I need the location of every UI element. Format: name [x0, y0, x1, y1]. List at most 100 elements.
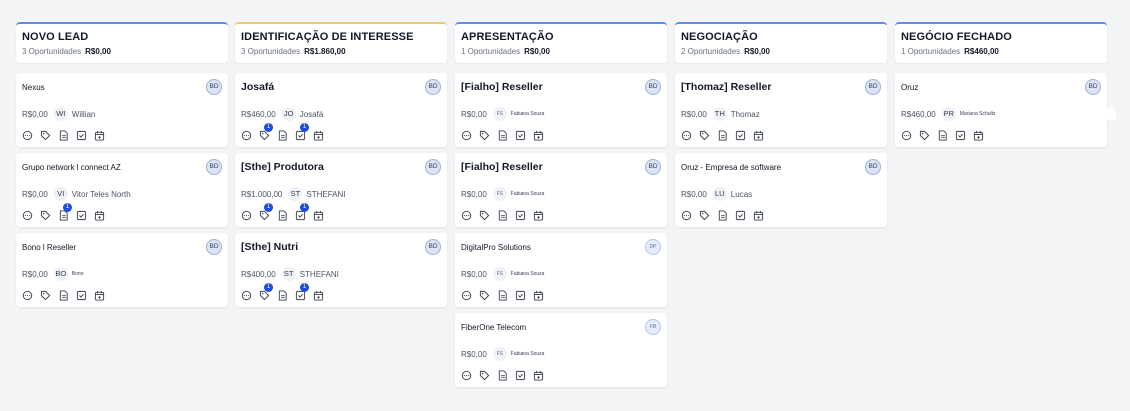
calendar-icon[interactable]: [533, 288, 545, 301]
tag-icon[interactable]: [919, 128, 931, 141]
calendar-icon[interactable]: [94, 208, 106, 221]
checkbox-icon[interactable]: 1: [295, 203, 309, 221]
checkbox-icon[interactable]: [515, 368, 527, 381]
opportunity-card[interactable]: DigitalPro Solutions DP R$0,00 FS Fabiana So…: [455, 233, 667, 307]
card-title[interactable]: [Sthe] Produtora: [241, 161, 324, 173]
calendar-icon[interactable]: [313, 128, 325, 141]
checkbox-icon[interactable]: [955, 128, 967, 141]
checkbox-icon[interactable]: [515, 128, 527, 141]
calendar-icon[interactable]: [94, 128, 106, 141]
card-title[interactable]: [Thomaz] Reseller: [681, 81, 771, 93]
tag-icon[interactable]: [699, 128, 711, 141]
chat-icon[interactable]: [461, 368, 473, 381]
card-title[interactable]: [Sthe] Nutri: [241, 241, 298, 253]
calendar-icon[interactable]: [313, 208, 325, 221]
opportunity-card[interactable]: [Fialho] Reseller BD R$0,00 FS Fabiana Souza: [455, 73, 667, 147]
card-title[interactable]: FiberOne Telecom: [461, 323, 526, 332]
document-icon[interactable]: [497, 368, 509, 381]
scroll-handle[interactable]: [1106, 107, 1116, 121]
document-icon[interactable]: [58, 128, 70, 141]
opportunity-card[interactable]: Grupo network l connect AZ BD R$0,00 VI Vito…: [16, 153, 228, 227]
tag-icon[interactable]: [479, 128, 491, 141]
opportunity-card[interactable]: Bono l Reseller BD R$0,00 BO Bono: [16, 233, 228, 307]
calendar-icon[interactable]: [313, 288, 325, 301]
owner-avatar[interactable]: BD: [206, 79, 222, 95]
owner-avatar[interactable]: BD: [206, 239, 222, 255]
owner-avatar[interactable]: BD: [1085, 79, 1101, 95]
owner-avatar[interactable]: BD: [865, 79, 881, 95]
document-icon[interactable]: [277, 288, 289, 301]
card-title[interactable]: [Fialho] Reseller: [461, 81, 543, 93]
checkbox-icon[interactable]: [735, 128, 747, 141]
opportunity-card[interactable]: [Fialho] Reseller BD R$0,00 FS Fabiana Souza: [455, 153, 667, 227]
chat-icon[interactable]: [22, 288, 34, 301]
card-title[interactable]: Oruz - Empresa de software: [681, 163, 781, 172]
checkbox-icon[interactable]: [515, 288, 527, 301]
chat-icon[interactable]: [901, 128, 913, 141]
owner-avatar[interactable]: FB: [645, 319, 661, 335]
owner-avatar[interactable]: BD: [425, 159, 441, 175]
document-icon[interactable]: [717, 128, 729, 141]
opportunity-card[interactable]: Nexus BD R$0,00 WI Willian: [16, 73, 228, 147]
tag-icon[interactable]: 1: [259, 123, 273, 141]
checkbox-icon[interactable]: [76, 288, 88, 301]
checkbox-icon[interactable]: [735, 208, 747, 221]
checkbox-icon[interactable]: 1: [295, 123, 309, 141]
document-icon[interactable]: [497, 208, 509, 221]
tag-icon[interactable]: [479, 288, 491, 301]
opportunity-card[interactable]: FiberOne Telecom FB R$0,00 FS Fabiana Souza: [455, 313, 667, 387]
tag-icon[interactable]: [699, 208, 711, 221]
chat-icon[interactable]: [241, 288, 253, 301]
opportunity-card[interactable]: Josafá BD R$460,00 JO Josafá 1 1: [235, 73, 447, 147]
tag-icon[interactable]: 1: [259, 283, 273, 301]
tag-icon[interactable]: 1: [259, 203, 273, 221]
card-title[interactable]: Bono l Reseller: [22, 243, 76, 252]
owner-avatar[interactable]: DP: [645, 239, 661, 255]
calendar-icon[interactable]: [533, 368, 545, 381]
calendar-icon[interactable]: [753, 208, 765, 221]
card-title[interactable]: DigitalPro Solutions: [461, 243, 531, 252]
document-icon[interactable]: [277, 208, 289, 221]
checkbox-icon[interactable]: 1: [295, 283, 309, 301]
card-title[interactable]: Nexus: [22, 83, 45, 92]
checkbox-icon[interactable]: [515, 208, 527, 221]
calendar-icon[interactable]: [753, 128, 765, 141]
opportunity-card[interactable]: [Sthe] Nutri BD R$400,00 ST STHEFANI 1 1: [235, 233, 447, 307]
chat-icon[interactable]: [22, 208, 34, 221]
tag-icon[interactable]: [40, 128, 52, 141]
chat-icon[interactable]: [241, 128, 253, 141]
chat-icon[interactable]: [461, 128, 473, 141]
owner-avatar[interactable]: BD: [645, 159, 661, 175]
tag-icon[interactable]: [40, 288, 52, 301]
tag-icon[interactable]: [40, 208, 52, 221]
document-icon[interactable]: [497, 128, 509, 141]
document-icon[interactable]: [937, 128, 949, 141]
card-title[interactable]: Grupo network l connect AZ: [22, 163, 121, 172]
checkbox-icon[interactable]: [76, 208, 88, 221]
opportunity-card[interactable]: Oruz - Empresa de software BD R$0,00 LU Luca…: [675, 153, 887, 227]
card-title[interactable]: Josafá: [241, 81, 274, 93]
chat-icon[interactable]: [22, 128, 34, 141]
opportunity-card[interactable]: [Sthe] Produtora BD R$1.000,00 ST STHEFANI 1 1: [235, 153, 447, 227]
tag-icon[interactable]: [479, 368, 491, 381]
owner-avatar[interactable]: BD: [425, 239, 441, 255]
card-title[interactable]: Oruz: [901, 83, 918, 92]
calendar-icon[interactable]: [533, 208, 545, 221]
owner-avatar[interactable]: BD: [206, 159, 222, 175]
calendar-icon[interactable]: [94, 288, 106, 301]
chat-icon[interactable]: [461, 288, 473, 301]
document-icon[interactable]: [277, 128, 289, 141]
opportunity-card[interactable]: [Thomaz] Reseller BD R$0,00 TH Thomaz: [675, 73, 887, 147]
checkbox-icon[interactable]: [76, 128, 88, 141]
owner-avatar[interactable]: BD: [645, 79, 661, 95]
chat-icon[interactable]: [681, 208, 693, 221]
document-icon[interactable]: [58, 288, 70, 301]
card-title[interactable]: [Fialho] Reseller: [461, 161, 543, 173]
chat-icon[interactable]: [681, 128, 693, 141]
calendar-icon[interactable]: [973, 128, 985, 141]
tag-icon[interactable]: [479, 208, 491, 221]
document-icon[interactable]: [497, 288, 509, 301]
owner-avatar[interactable]: BD: [865, 159, 881, 175]
opportunity-card[interactable]: Oruz BD R$460,00 PR Mariana Schultz: [895, 73, 1107, 147]
chat-icon[interactable]: [241, 208, 253, 221]
